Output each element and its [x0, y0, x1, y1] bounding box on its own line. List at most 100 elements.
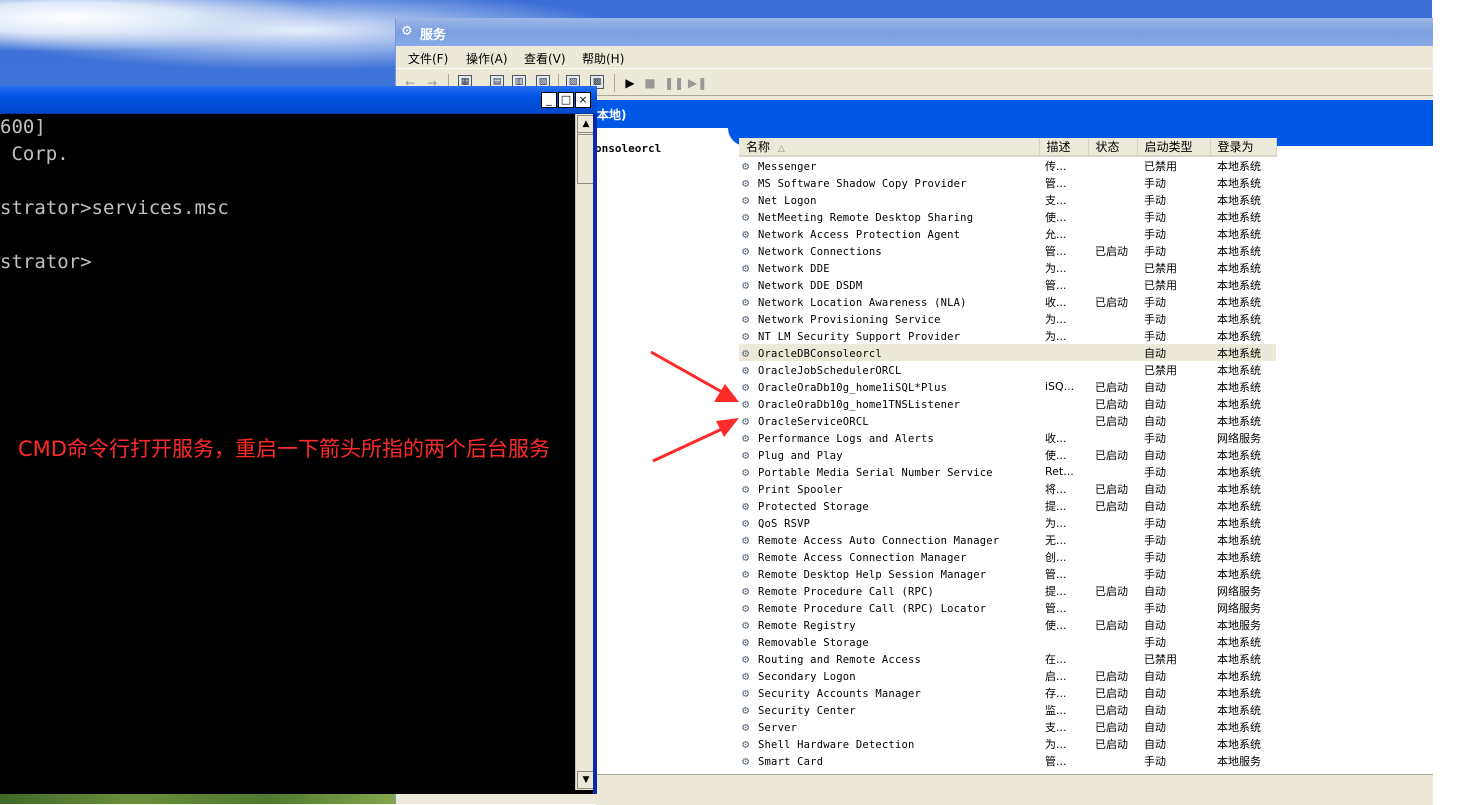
- service-name-cell[interactable]: ⚙ Shell Hardware Detection: [739, 735, 1039, 752]
- service-name: Removable Storage: [758, 636, 869, 649]
- service-name-cell[interactable]: ⚙ Network DDE: [739, 259, 1039, 276]
- service-description: 存...: [1045, 686, 1067, 700]
- table-row[interactable]: ⚙ OracleOraDb10g_home1iSQL*Plus iSQ... 已启动 自…: [739, 378, 1276, 395]
- table-row[interactable]: ⚙ Print Spooler 将... 已启动 自动 本地系统: [739, 480, 1276, 497]
- service-name-cell[interactable]: ⚙ Net Logon: [739, 191, 1039, 208]
- service-name-cell[interactable]: ⚙ Remote Procedure Call (RPC): [739, 582, 1039, 599]
- cmd-scrollbar[interactable]: ▲ ▼: [575, 114, 595, 790]
- table-row[interactable]: ⚙ OracleServiceORCL 已启动 自动 本地系统: [739, 412, 1276, 429]
- table-row[interactable]: ⚙ Portable Media Serial Number Service Ret…: [739, 463, 1276, 480]
- service-name-cell[interactable]: ⚙ Security Center: [739, 701, 1039, 718]
- service-name-cell[interactable]: ⚙ Remote Access Auto Connection Manager: [739, 531, 1039, 548]
- gear-icon: ⚙: [742, 209, 750, 224]
- column-header-logon[interactable]: 登录为: [1210, 138, 1277, 157]
- table-row[interactable]: ⚙ Network Provisioning Service 为... 手动 本地系统: [739, 310, 1276, 327]
- column-header-name[interactable]: 名称 △: [739, 138, 1040, 157]
- service-name-cell[interactable]: ⚙ MS Software Shadow Copy Provider: [739, 174, 1039, 191]
- service-name-cell[interactable]: ⚙ Network Provisioning Service: [739, 310, 1039, 327]
- table-row[interactable]: ⚙ Remote Procedure Call (RPC) 提... 已启动 自动 网络服…: [739, 582, 1276, 599]
- service-name-cell[interactable]: ⚙ NT LM Security Support Provider: [739, 327, 1039, 344]
- service-name-cell[interactable]: ⚙ Remote Access Connection Manager: [739, 548, 1039, 565]
- service-name-cell[interactable]: ⚙ Network Location Awareness (NLA): [739, 293, 1039, 310]
- service-name-cell[interactable]: ⚙ Network DDE DSDM: [739, 276, 1039, 293]
- restart-service-icon[interactable]: ▶❚: [688, 75, 707, 91]
- service-name-cell[interactable]: ⚙ NetMeeting Remote Desktop Sharing: [739, 208, 1039, 225]
- table-row[interactable]: ⚙ Network Connections 管... 已启动 手动 本地系统: [739, 242, 1276, 259]
- table-row[interactable]: ⚙ Network Access Protection Agent 允... 手动 本地…: [739, 225, 1276, 242]
- menu-action[interactable]: 操作(A): [466, 50, 508, 67]
- services-title-bar[interactable]: ⚙ 服务: [396, 18, 1433, 46]
- service-name-cell[interactable]: ⚙ OracleServiceORCL: [739, 412, 1039, 429]
- table-row[interactable]: ⚙ Net Logon 支... 手动 本地系统: [739, 191, 1276, 208]
- column-header-status[interactable]: 状态: [1088, 138, 1138, 157]
- service-name-cell[interactable]: ⚙ OracleJobSchedulerORCL: [739, 361, 1039, 378]
- table-row[interactable]: ⚙ Protected Storage 提... 已启动 自动 本地系统: [739, 497, 1276, 514]
- table-row[interactable]: ⚙ Network Location Awareness (NLA) 收... 已启动…: [739, 293, 1276, 310]
- column-header-startup-type[interactable]: 启动类型: [1137, 138, 1211, 157]
- table-row[interactable]: ⚙ OracleOraDb10g_home1TNSListener 已启动 自动 本地系…: [739, 395, 1276, 412]
- scrollbar-thumb[interactable]: [577, 134, 594, 184]
- banner-title: 本地): [597, 108, 627, 122]
- table-row[interactable]: ⚙ NT LM Security Support Provider 为... 手动 本地…: [739, 327, 1276, 344]
- service-name-cell[interactable]: ⚙ Plug and Play: [739, 446, 1039, 463]
- table-row[interactable]: ⚙ Remote Access Connection Manager 创... 手动 本…: [739, 548, 1276, 565]
- service-name-cell[interactable]: ⚙ Network Connections: [739, 242, 1039, 259]
- table-row[interactable]: ⚙ Secondary Logon 启... 已启动 自动 本地系统: [739, 667, 1276, 684]
- table-row[interactable]: ⚙ OracleDBConsoleorcl 自动 本地系统: [739, 344, 1276, 361]
- service-name-cell[interactable]: ⚙ Server: [739, 718, 1039, 735]
- table-row[interactable]: ⚙ Network DDE DSDM 管... 已禁用 本地系统: [739, 276, 1276, 293]
- table-row[interactable]: ⚙ Remote Access Auto Connection Manager 无.…: [739, 531, 1276, 548]
- service-name-cell[interactable]: ⚙ Remote Registry: [739, 616, 1039, 633]
- service-name-cell[interactable]: ⚙ Remote Procedure Call (RPC) Locator: [739, 599, 1039, 616]
- service-status: [1088, 633, 1137, 650]
- close-button[interactable]: ×: [575, 92, 591, 108]
- table-row[interactable]: ⚙ QoS RSVP 为... 手动 本地系统: [739, 514, 1276, 531]
- table-row[interactable]: ⚙ MS Software Shadow Copy Provider 管... 手动 本…: [739, 174, 1276, 191]
- service-name-cell[interactable]: ⚙ Protected Storage: [739, 497, 1039, 514]
- service-name-cell[interactable]: ⚙ Removable Storage: [739, 633, 1039, 650]
- cmd-title-bar[interactable]: _ □ ×: [0, 86, 597, 114]
- table-row[interactable]: ⚙ Shell Hardware Detection 为... 已启动 自动 本地系统: [739, 735, 1276, 752]
- table-row[interactable]: ⚙ Smart Card 管... 手动 本地服务: [739, 752, 1276, 769]
- pause-service-icon[interactable]: ❚❚: [664, 75, 684, 91]
- service-name-cell[interactable]: ⚙ Network Access Protection Agent: [739, 225, 1039, 242]
- service-name-cell[interactable]: ⚙ Messenger: [739, 156, 1039, 174]
- table-row[interactable]: ⚙ Routing and Remote Access 在... 已禁用 本地系统: [739, 650, 1276, 667]
- table-row[interactable]: ⚙ Security Center 监... 已启动 自动 本地系统: [739, 701, 1276, 718]
- service-name-cell[interactable]: ⚙ Routing and Remote Access: [739, 650, 1039, 667]
- service-name-cell[interactable]: ⚙ OracleOraDb10g_home1TNSListener: [739, 395, 1039, 412]
- service-status: [1088, 599, 1137, 616]
- minimize-button[interactable]: _: [541, 92, 557, 108]
- column-header-description[interactable]: 描述: [1039, 138, 1089, 157]
- menu-file[interactable]: 文件(F): [408, 50, 448, 67]
- service-name-cell[interactable]: ⚙ Performance Logs and Alerts: [739, 429, 1039, 446]
- service-name-cell[interactable]: ⚙ Secondary Logon: [739, 667, 1039, 684]
- table-row[interactable]: ⚙ NetMeeting Remote Desktop Sharing 使... 手动…: [739, 208, 1276, 225]
- maximize-button[interactable]: □: [558, 92, 574, 108]
- table-row[interactable]: ⚙ Server 支... 已启动 自动 本地系统: [739, 718, 1276, 735]
- service-name-cell[interactable]: ⚙ OracleDBConsoleorcl: [739, 344, 1039, 361]
- sort-ascending-icon: △: [777, 144, 785, 154]
- table-row[interactable]: ⚙ Remote Procedure Call (RPC) Locator 管...…: [739, 599, 1276, 616]
- table-row[interactable]: ⚙ Security Accounts Manager 存... 已启动 自动 本地系统: [739, 684, 1276, 701]
- service-name-cell[interactable]: ⚙ Security Accounts Manager: [739, 684, 1039, 701]
- menu-help[interactable]: 帮助(H): [582, 50, 624, 67]
- stop-service-icon[interactable]: ■: [642, 75, 658, 91]
- table-row[interactable]: ⚙ Messenger 传... 已禁用 本地系统: [739, 156, 1276, 174]
- service-name-cell[interactable]: ⚙ Smart Card: [739, 752, 1039, 769]
- table-row[interactable]: ⚙ Remote Desktop Help Session Manager 管...…: [739, 565, 1276, 582]
- table-row[interactable]: ⚙ Network DDE 为... 已禁用 本地系统: [739, 259, 1276, 276]
- table-row[interactable]: ⚙ Removable Storage 手动 本地系统: [739, 633, 1276, 650]
- service-status: [1088, 225, 1137, 242]
- service-name-cell[interactable]: ⚙ Print Spooler: [739, 480, 1039, 497]
- table-row[interactable]: ⚙ Plug and Play 使... 已启动 自动 本地系统: [739, 446, 1276, 463]
- table-row[interactable]: ⚙ Performance Logs and Alerts 收... 手动 网络服务: [739, 429, 1276, 446]
- service-name-cell[interactable]: ⚙ Portable Media Serial Number Service: [739, 463, 1039, 480]
- table-row[interactable]: ⚙ OracleJobSchedulerORCL 已禁用 本地系统: [739, 361, 1276, 378]
- service-name-cell[interactable]: ⚙ QoS RSVP: [739, 514, 1039, 531]
- table-row[interactable]: ⚙ Remote Registry 使... 已启动 自动 本地服务: [739, 616, 1276, 633]
- menu-view[interactable]: 查看(V): [524, 50, 566, 67]
- start-service-icon[interactable]: ▶: [622, 75, 638, 91]
- service-name-cell[interactable]: ⚙ Remote Desktop Help Session Manager: [739, 565, 1039, 582]
- service-name-cell[interactable]: ⚙ OracleOraDb10g_home1iSQL*Plus: [739, 378, 1039, 395]
